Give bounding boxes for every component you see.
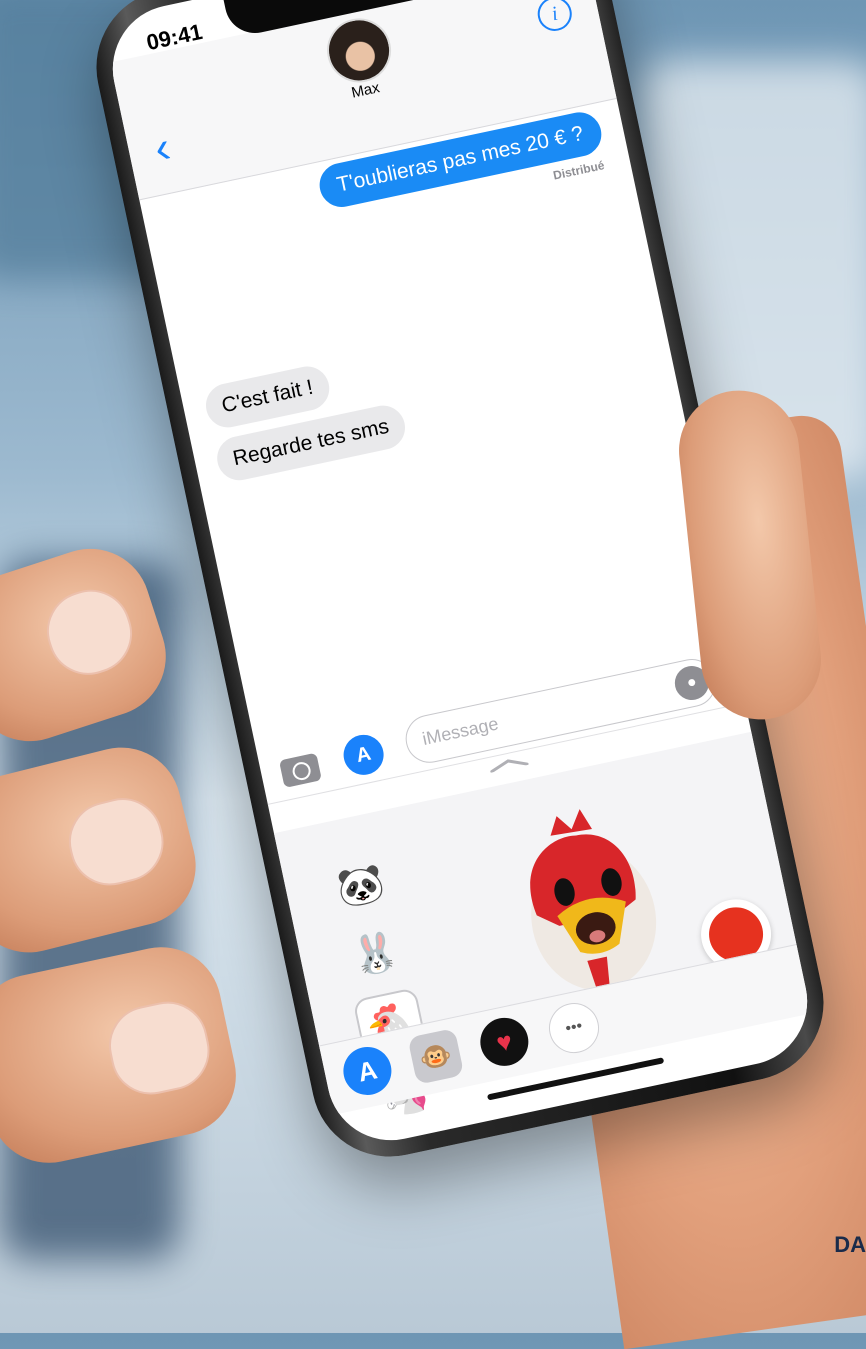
fingernail (60, 789, 173, 894)
delivery-status: Distribué (551, 158, 606, 183)
animoji-app-icon[interactable]: 🐵 (407, 1027, 465, 1085)
watermark: DA (834, 1232, 866, 1257)
panda-icon[interactable]: 🐼 (325, 851, 396, 922)
camera-icon[interactable] (278, 752, 322, 788)
rabbit-icon[interactable]: 🐰 (340, 919, 411, 990)
more-apps-button[interactable]: ••• (544, 998, 604, 1058)
app-store-icon[interactable]: A (338, 1042, 396, 1100)
chevron-up-icon[interactable] (488, 755, 529, 773)
fingernail (101, 994, 217, 1102)
app-store-button[interactable]: A (339, 731, 388, 779)
digital-touch-icon[interactable]: ♥ (475, 1013, 533, 1071)
fingernail (36, 579, 143, 686)
info-icon[interactable]: i (534, 0, 575, 35)
message-input-placeholder: iMessage (420, 713, 501, 750)
finger (0, 936, 248, 1174)
